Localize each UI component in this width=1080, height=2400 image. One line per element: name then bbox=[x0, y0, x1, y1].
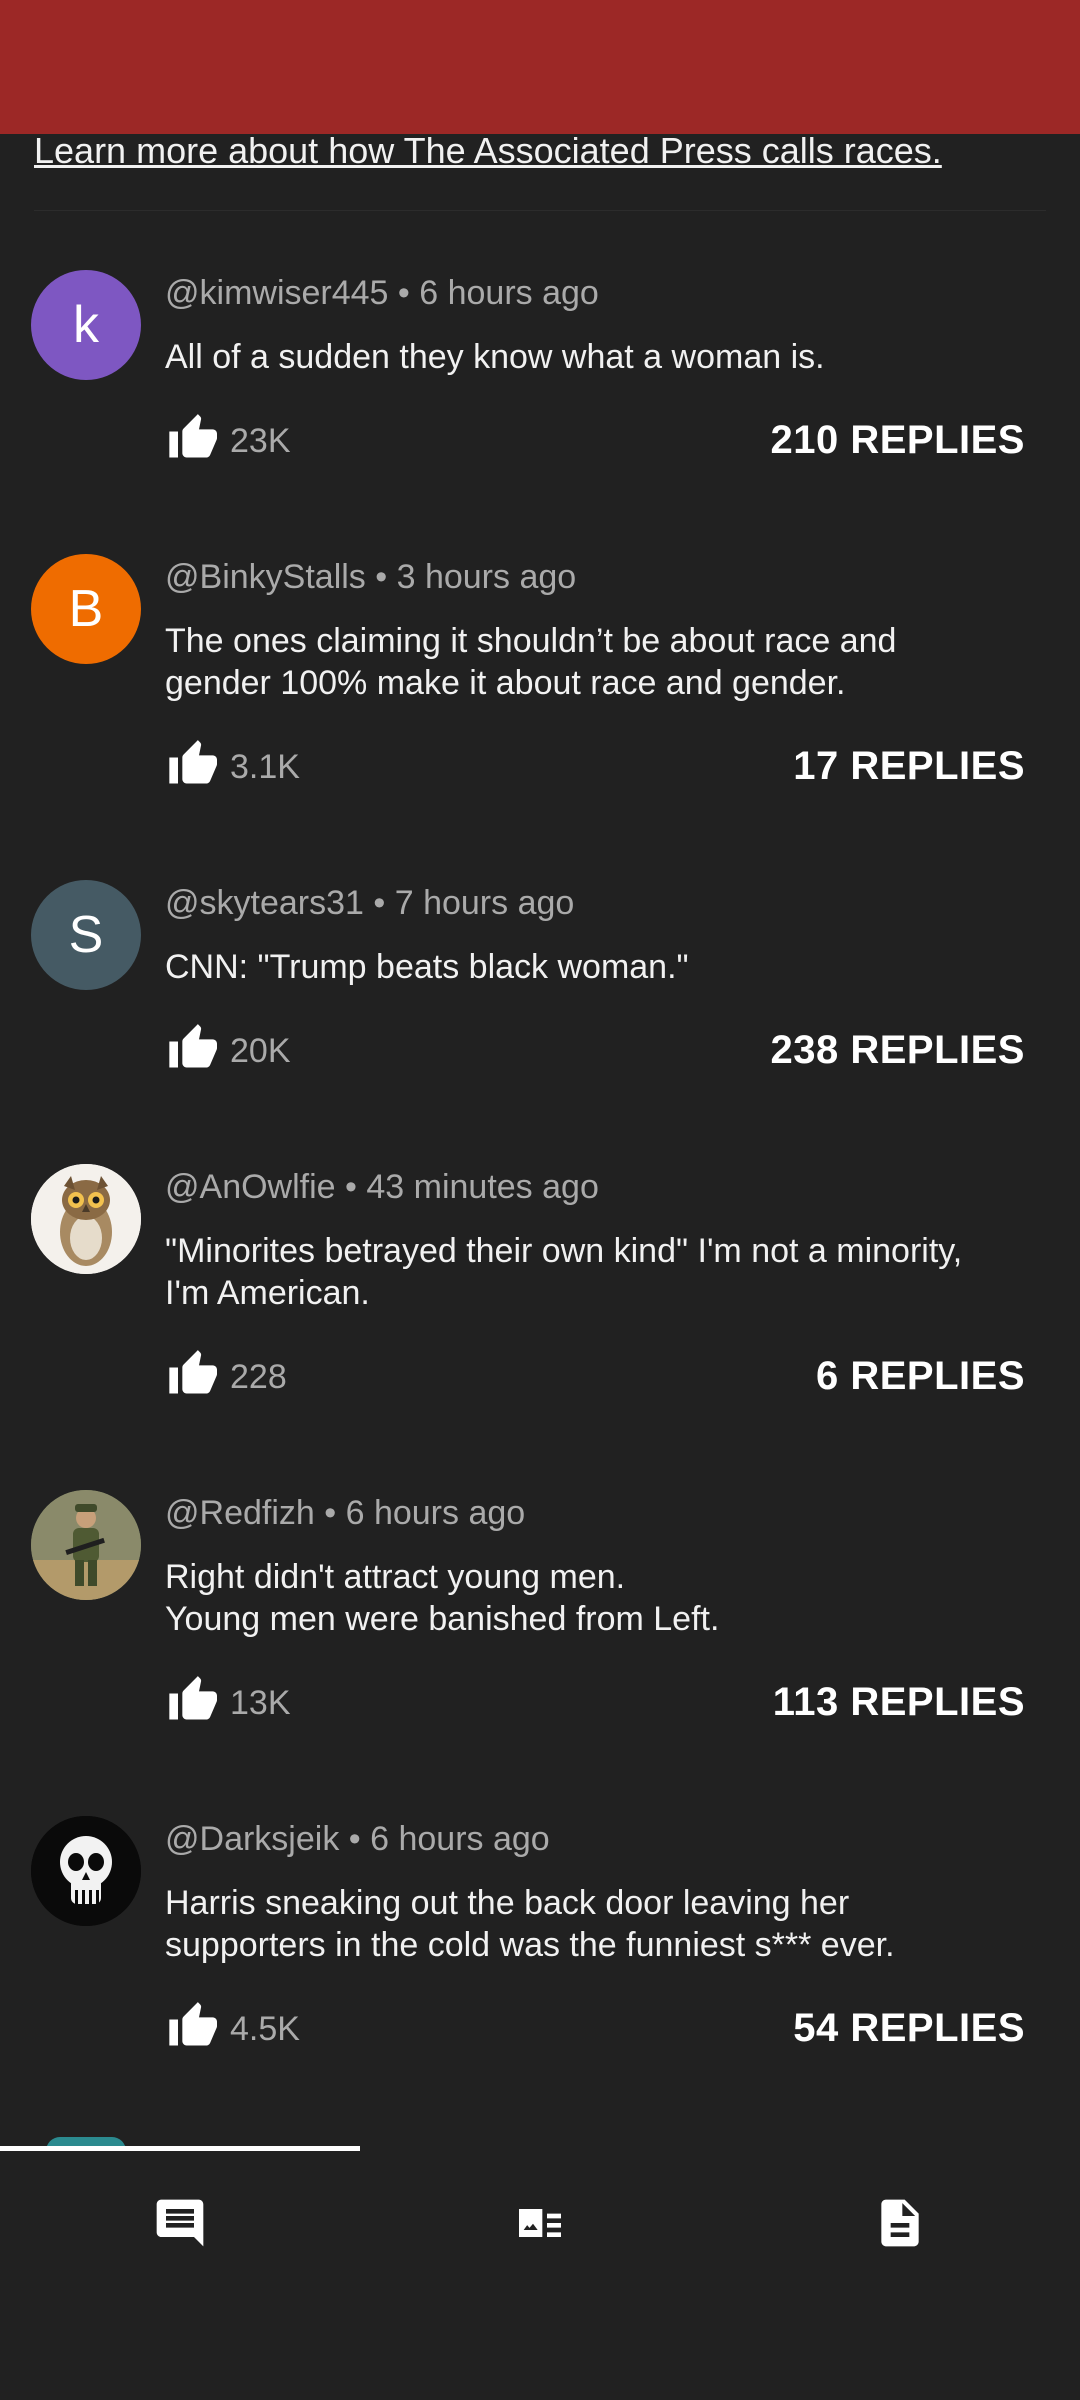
skull-avatar[interactable] bbox=[31, 1816, 141, 1926]
comment-line: I'm American. bbox=[165, 1274, 370, 1312]
replies-button[interactable]: 54 REPLIES bbox=[793, 2006, 1025, 2051]
comment-text: The ones claiming it shouldn’t be about … bbox=[165, 620, 1045, 704]
tab-details[interactable] bbox=[360, 2178, 720, 2268]
comment-line: Young men were banished from Left. bbox=[165, 1600, 720, 1638]
comment-line: Right didn't attract young men. bbox=[165, 1558, 626, 1596]
comment-text: CNN: "Trump beats black woman." bbox=[165, 946, 1045, 988]
comment-actions: 4.5K 54 REPLIES bbox=[165, 2000, 1025, 2060]
comment-line: supporters in the cold was the funniest … bbox=[165, 1926, 895, 1964]
like-count: 4.5K bbox=[230, 2010, 300, 2048]
comment-actions: 3.1K 17 REPLIES bbox=[165, 738, 1025, 798]
comment-actions: 20K 238 REPLIES bbox=[165, 1022, 1025, 1082]
tab-document[interactable] bbox=[720, 2178, 1080, 2268]
replies-button[interactable]: 17 REPLIES bbox=[793, 744, 1025, 789]
comment-meta[interactable]: @kimwiser445 • 6 hours ago bbox=[165, 274, 599, 313]
bottom-tab-bar bbox=[0, 2146, 1080, 2400]
thumbs-up-icon bbox=[169, 1024, 217, 1068]
comment-line: CNN: "Trump beats black woman." bbox=[165, 948, 689, 986]
like-button[interactable] bbox=[165, 2000, 221, 2056]
top-banner bbox=[0, 0, 1080, 134]
like-button[interactable] bbox=[165, 738, 221, 794]
comment-actions: 13K 113 REPLIES bbox=[165, 1674, 1025, 1734]
comment-meta[interactable]: @Redfizh • 6 hours ago bbox=[165, 1494, 525, 1533]
comment-line: gender 100% make it about race and gende… bbox=[165, 664, 846, 702]
comment-text: Harris sneaking out the back door leavin… bbox=[165, 1882, 1045, 1966]
details-icon bbox=[519, 2209, 561, 2237]
thumbs-up-icon bbox=[169, 1350, 217, 1394]
replies-button[interactable]: 6 REPLIES bbox=[816, 1354, 1025, 1399]
avatar[interactable]: k bbox=[31, 270, 141, 380]
comment-line: All of a sudden they know what a woman i… bbox=[165, 338, 825, 376]
replies-button[interactable]: 113 REPLIES bbox=[773, 1680, 1025, 1725]
replies-button[interactable]: 210 REPLIES bbox=[770, 418, 1025, 463]
like-count: 228 bbox=[230, 1358, 287, 1396]
comment-line: Harris sneaking out the back door leavin… bbox=[165, 1884, 850, 1922]
soldier-icon bbox=[31, 1490, 141, 1600]
like-count: 3.1K bbox=[230, 748, 300, 786]
thumbs-up-icon bbox=[169, 2002, 217, 2046]
like-button[interactable] bbox=[165, 1674, 221, 1730]
thumbs-up-icon bbox=[169, 414, 217, 458]
avatar[interactable]: B bbox=[31, 554, 141, 664]
comment-text: All of a sudden they know what a woman i… bbox=[165, 336, 1045, 378]
owl-icon bbox=[31, 1164, 141, 1274]
tab-comments[interactable] bbox=[0, 2178, 360, 2268]
thumbs-up-icon bbox=[169, 740, 217, 784]
comment-actions: 23K 210 REPLIES bbox=[165, 412, 1025, 472]
learn-more-link[interactable]: Learn more about how The Associated Pres… bbox=[34, 130, 942, 172]
comment-meta[interactable]: @Darksjeik • 6 hours ago bbox=[165, 1820, 550, 1859]
like-count: 23K bbox=[230, 422, 291, 460]
comment-meta[interactable]: @skytears31 • 7 hours ago bbox=[165, 884, 574, 923]
comment-text: Right didn't attract young men. Young me… bbox=[165, 1556, 1045, 1640]
comment-actions: 228 6 REPLIES bbox=[165, 1348, 1025, 1408]
like-button[interactable] bbox=[165, 1348, 221, 1404]
skull-icon bbox=[31, 1816, 141, 1926]
like-button[interactable] bbox=[165, 412, 221, 468]
thumbs-up-icon bbox=[169, 1676, 217, 1720]
avatar[interactable]: S bbox=[31, 880, 141, 990]
active-tab-indicator bbox=[0, 2146, 360, 2151]
soldier-avatar[interactable] bbox=[31, 1490, 141, 1600]
document-icon bbox=[881, 2199, 919, 2247]
like-count: 13K bbox=[230, 1684, 291, 1722]
comment-line: "Minorites betrayed their own kind" I'm … bbox=[165, 1232, 963, 1270]
comments-icon bbox=[156, 2199, 204, 2247]
replies-button[interactable]: 238 REPLIES bbox=[770, 1028, 1025, 1073]
like-button[interactable] bbox=[165, 1022, 221, 1078]
divider bbox=[34, 210, 1046, 211]
comment-meta[interactable]: @AnOwlfie • 43 minutes ago bbox=[165, 1168, 599, 1207]
comment-text: "Minorites betrayed their own kind" I'm … bbox=[165, 1230, 1045, 1314]
comment-meta[interactable]: @BinkyStalls • 3 hours ago bbox=[165, 558, 576, 597]
owl-avatar[interactable] bbox=[31, 1164, 141, 1274]
comment-line: The ones claiming it shouldn’t be about … bbox=[165, 622, 897, 660]
like-count: 20K bbox=[230, 1032, 291, 1070]
